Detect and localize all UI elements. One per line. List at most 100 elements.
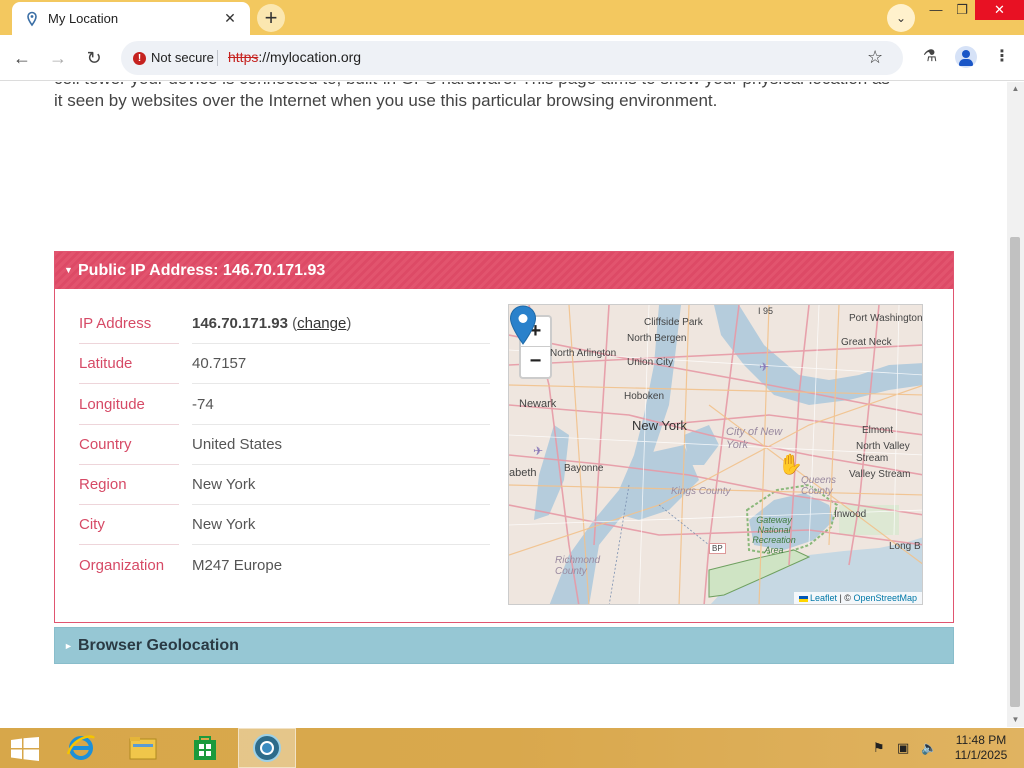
organization-label: Organization <box>79 556 165 574</box>
svg-text:✈: ✈ <box>759 360 769 374</box>
latitude-label: Latitude <box>79 344 179 385</box>
map-marker-icon[interactable] <box>509 305 537 345</box>
map-label-i95: I 95 <box>758 306 774 316</box>
url-host: ://mylocation.org <box>258 49 362 65</box>
not-secure-icon[interactable]: ! <box>133 52 146 65</box>
intro-line-1: cell tower your device is connected to, … <box>54 82 954 90</box>
browser-tab[interactable]: My Location ✕ <box>12 2 250 35</box>
map-label-great-neck: Great Neck <box>841 337 892 348</box>
tab-strip: My Location ✕ + ⌄ — ❐ ✕ <box>0 0 1024 35</box>
map-label-valley-stream: Valley Stream <box>849 469 911 480</box>
minimize-button[interactable]: — <box>922 0 950 22</box>
public-ip-title: Public IP Address: 146.70.171.93 <box>78 262 326 279</box>
tab-close-icon[interactable]: ✕ <box>220 8 240 28</box>
restore-button[interactable]: ❐ <box>948 0 976 22</box>
internet-explorer-icon <box>66 735 95 760</box>
city-value: New York <box>192 505 490 546</box>
region-label: Region <box>79 465 179 506</box>
reload-icon[interactable]: ↻ <box>80 44 108 72</box>
tab-search-button[interactable]: ⌄ <box>887 4 915 32</box>
forward-arrow-icon[interactable]: → <box>44 44 72 72</box>
taskbar-store[interactable] <box>176 728 234 768</box>
ip-info-table: IP Address 146.70.171.93 (change) Latitu… <box>79 304 491 586</box>
taskbar-file-explorer[interactable] <box>114 728 172 768</box>
bookmark-star-icon[interactable]: ☆ <box>867 47 883 68</box>
back-arrow-icon[interactable]: ← <box>8 44 36 72</box>
scroll-up-icon[interactable]: ▲ <box>1007 82 1024 96</box>
action-center-flag-icon[interactable]: ⚑ <box>873 740 885 756</box>
clock-time: 11:48 PM <box>955 733 1007 747</box>
map-label-elmont: Elmont <box>862 425 894 436</box>
table-row: Region New York <box>79 465 491 506</box>
chevron-down-icon: ⌄ <box>895 11 907 25</box>
hand-cursor-icon: ✋ <box>778 454 803 476</box>
profile-avatar-icon[interactable] <box>955 46 977 68</box>
scroll-down-icon[interactable]: ▼ <box>1007 713 1024 727</box>
map-attribution: Leaflet | © OpenStreetMap <box>793 592 922 604</box>
table-row: Organization M247 Europe <box>79 546 491 586</box>
caret-right-icon: ► <box>64 641 73 651</box>
omnibox-divider <box>217 50 218 66</box>
tab-title: My Location <box>48 11 119 26</box>
ukraine-flag-icon <box>798 595 808 602</box>
map-label-union-city: Union City <box>627 357 674 368</box>
window-close-button[interactable]: ✕ <box>975 0 1024 20</box>
taskbar-internet-explorer[interactable] <box>52 728 110 768</box>
intro-line-2: it seen by websites over the Internet wh… <box>54 91 718 110</box>
zoom-out-button[interactable]: − <box>521 347 550 377</box>
map-label-new-york: New York <box>632 418 687 433</box>
leaflet-link[interactable]: Leaflet <box>810 593 837 603</box>
address-bar[interactable]: ! Not secure https://mylocation.org ☆ <box>121 41 903 75</box>
start-button[interactable] <box>0 728 58 768</box>
menu-kebab-icon[interactable]: ⋮ <box>990 45 1014 69</box>
map-label-hoboken: Hoboken <box>624 391 665 402</box>
map-label-bayonne: Bayonne <box>564 463 604 474</box>
url-text[interactable]: https://mylocation.org <box>228 49 361 65</box>
latitude-value: 40.7157 <box>192 344 490 385</box>
caret-down-icon: ▼ <box>64 265 73 275</box>
volume-muted-icon[interactable]: 🔈 <box>921 740 937 756</box>
labs-flask-icon[interactable]: ⚗ <box>918 45 942 69</box>
map-label-long-beach: Long B <box>889 541 921 552</box>
map-label-queens-county: Queens County <box>801 475 837 497</box>
map-label-port-washington: Port Washington <box>849 313 923 324</box>
openstreetmap-link[interactable]: OpenStreetMap <box>853 593 917 603</box>
map-label-cliffside: Cliffside Park <box>644 317 703 328</box>
table-row: Latitude 40.7157 <box>79 344 491 385</box>
map-label-city-of-new-york: City of New York <box>726 426 783 451</box>
map-label-bp: BP <box>709 543 726 554</box>
taskbar-chrome[interactable] <box>238 728 296 768</box>
new-tab-button[interactable]: + <box>257 4 285 32</box>
table-row: Longitude -74 <box>79 385 491 425</box>
store-bag-icon <box>194 736 216 760</box>
table-row: IP Address 146.70.171.93 (change) <box>79 304 491 344</box>
map-label-richmond-county: Richmond County <box>555 555 601 577</box>
folder-icon <box>129 737 157 760</box>
taskbar: ⚑ ▣ 🔈 11:48 PM 11/1/2025 <box>0 728 1024 768</box>
location-map[interactable]: ✈ ✈ + − Cliffside Park I 95 Port Washing… <box>508 304 923 605</box>
network-icon[interactable]: ▣ <box>897 740 909 756</box>
url-scheme: https <box>228 49 259 65</box>
map-label-gateway: Gateway National Recreation Area <box>752 515 796 555</box>
country-value: United States <box>192 425 490 465</box>
system-clock[interactable]: 11:48 PM 11/1/2025 <box>948 733 1014 763</box>
map-label-north-bergen: North Bergen <box>627 333 687 344</box>
country-label: Country <box>79 425 179 465</box>
ip-address-text: 146.70.171.93 <box>192 315 288 332</box>
public-ip-panel-header[interactable]: ▼ Public IP Address: 146.70.171.93 <box>55 252 953 289</box>
browser-geolocation-panel[interactable]: ► Browser Geolocation <box>54 627 954 664</box>
map-label-newark: Newark <box>519 398 557 410</box>
map-label-north-valley-stream: North Valley Stream <box>856 441 910 464</box>
map-label-inwood: Inwood <box>834 509 867 520</box>
attribution-separator: | © <box>836 593 854 603</box>
change-link[interactable]: change <box>297 315 346 332</box>
city-label: City <box>79 505 179 546</box>
scroll-thumb[interactable] <box>1010 237 1020 707</box>
map-label-north-arlington: North Arlington <box>550 348 617 359</box>
security-label[interactable]: Not secure <box>151 50 214 65</box>
table-row: City New York <box>79 505 491 546</box>
svg-text:✈: ✈ <box>533 444 543 458</box>
page-scrollbar[interactable]: ▲ ▼ <box>1007 82 1024 727</box>
browser-geolocation-title: Browser Geolocation <box>78 637 239 654</box>
map-label-elizabeth: abeth <box>509 467 537 479</box>
